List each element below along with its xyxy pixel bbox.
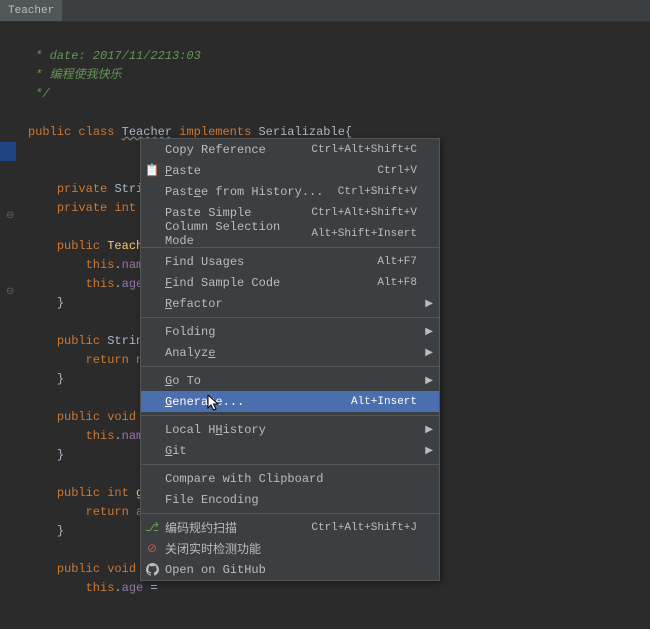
menu-find-usages[interactable]: Find Usages Alt+F7 xyxy=(141,251,439,272)
fold-marker-icon[interactable]: ⊖ xyxy=(6,283,14,302)
menu-separator xyxy=(141,317,439,318)
editor-context-menu: Copy Reference Ctrl+Alt+Shift+C 📋 Paste … xyxy=(140,138,440,581)
menu-close-realtime[interactable]: ⊘ 关闭实时检测功能 xyxy=(141,538,439,559)
tab-title: Teacher xyxy=(8,5,54,17)
editor-tab-bar: Teacher xyxy=(0,0,650,22)
menu-refactor[interactable]: Refactor ▶ xyxy=(141,293,439,314)
chevron-right-icon: ▶ xyxy=(425,445,433,457)
menu-open-github[interactable]: Open on GitHub xyxy=(141,559,439,580)
menu-file-encoding[interactable]: File Encoding xyxy=(141,489,439,510)
menu-separator xyxy=(141,464,439,465)
menu-generate[interactable]: Generate... Alt+Insert xyxy=(141,391,439,412)
menu-paste-from-history[interactable]: Pastee from History... Ctrl+Shift+V xyxy=(141,181,439,202)
menu-find-sample-code[interactable]: Find Sample Code Alt+F8 xyxy=(141,272,439,293)
menu-go-to[interactable]: Go To ▶ xyxy=(141,370,439,391)
gutter: ⊖ ⊖ xyxy=(0,28,22,629)
menu-compare-clipboard[interactable]: Compare with Clipboard xyxy=(141,468,439,489)
menu-git[interactable]: Git ▶ xyxy=(141,440,439,461)
disable-icon: ⊘ xyxy=(145,542,159,556)
chevron-right-icon: ▶ xyxy=(425,298,433,310)
menu-paste[interactable]: 📋 Paste Ctrl+V xyxy=(141,160,439,181)
chevron-right-icon: ▶ xyxy=(425,347,433,359)
editor-tab-teacher[interactable]: Teacher xyxy=(0,0,62,21)
menu-folding[interactable]: Folding ▶ xyxy=(141,321,439,342)
scan-icon: ⎇ xyxy=(145,521,159,535)
chevron-right-icon: ▶ xyxy=(425,424,433,436)
menu-local-history[interactable]: Local HHistory ▶ xyxy=(141,419,439,440)
paste-icon: 📋 xyxy=(145,164,159,178)
menu-separator xyxy=(141,415,439,416)
menu-copy-reference[interactable]: Copy Reference Ctrl+Alt+Shift+C xyxy=(141,139,439,160)
chevron-right-icon: ▶ xyxy=(425,375,433,387)
menu-code-scan[interactable]: ⎇ 编码规约扫描 Ctrl+Alt+Shift+J xyxy=(141,517,439,538)
menu-analyze[interactable]: Analyze ▶ xyxy=(141,342,439,363)
fold-marker-icon[interactable]: ⊖ xyxy=(6,207,14,226)
menu-column-selection[interactable]: Column Selection Mode Alt+Shift+Insert xyxy=(141,223,439,244)
menu-separator xyxy=(141,513,439,514)
chevron-right-icon: ▶ xyxy=(425,326,433,338)
github-icon xyxy=(145,563,159,577)
menu-separator xyxy=(141,366,439,367)
